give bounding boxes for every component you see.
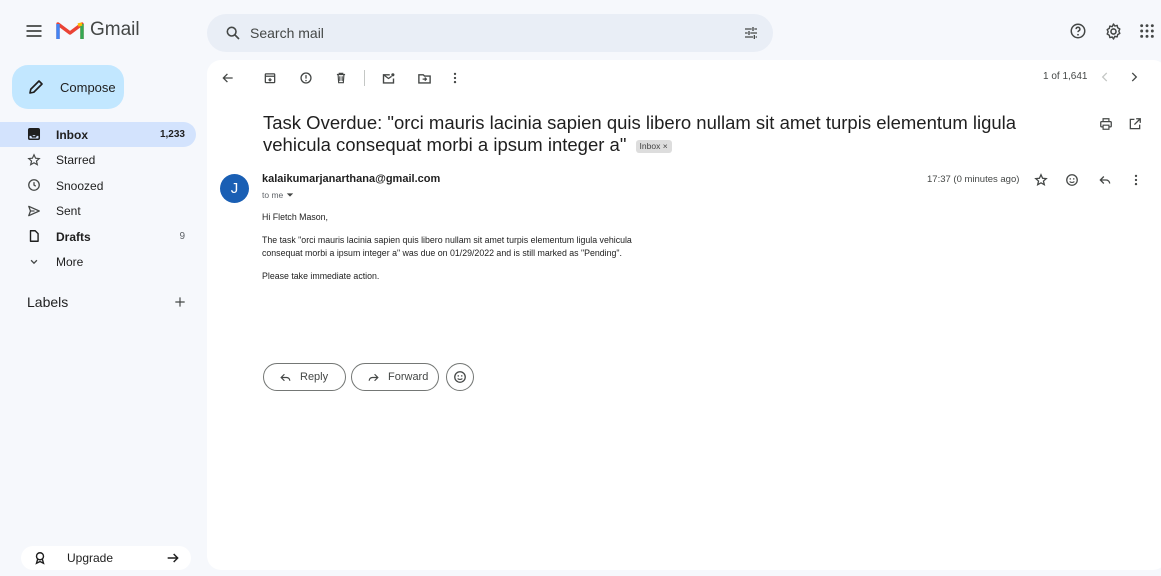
- toolbar-divider: [364, 70, 365, 86]
- delete-trash-icon[interactable]: [333, 70, 349, 86]
- gmail-logo[interactable]: Gmail: [56, 19, 140, 41]
- sidebar-item-label: Snoozed: [56, 178, 104, 193]
- greeting-text: Hi Fletch Mason,: [262, 212, 328, 222]
- action-text: Please take immediate action.: [262, 271, 380, 282]
- add-label-icon[interactable]: [173, 295, 187, 309]
- back-arrow-icon[interactable]: [220, 70, 236, 86]
- apps-grid-icon[interactable]: [1135, 19, 1159, 43]
- more-vert-icon[interactable]: [447, 70, 463, 86]
- sidebar-item-starred[interactable]: Starred: [0, 148, 196, 173]
- inbox-label-chip[interactable]: Inbox ×: [635, 140, 672, 153]
- sender-avatar[interactable]: J: [220, 174, 249, 203]
- reply-arrow-icon[interactable]: [1097, 172, 1113, 188]
- message-body: Hi Fletch Mason, The task "orci mauris l…: [262, 211, 632, 294]
- sidebar-item-label: Drafts: [56, 229, 91, 244]
- sidebar-nav: Inbox 1,233 Starred Snoozed Sent Drafts …: [0, 122, 196, 275]
- sidebar-item-snoozed[interactable]: Snoozed: [0, 173, 196, 198]
- move-to-icon[interactable]: [416, 70, 432, 86]
- sidebar-item-label: Sent: [56, 204, 81, 218]
- message-view: 1 of 1,641 Task Overdue: "orci mauris la…: [207, 60, 1161, 570]
- draft-file-icon: [27, 229, 41, 243]
- labels-section: Labels: [27, 294, 187, 310]
- reply-button[interactable]: Reply: [263, 363, 346, 391]
- emoji-reaction-button[interactable]: [446, 363, 474, 391]
- message-time: 17:37 (0 minutes ago): [927, 174, 1020, 185]
- forward-label: Forward: [388, 371, 429, 383]
- search-bar[interactable]: [207, 14, 773, 52]
- report-spam-icon[interactable]: [298, 70, 314, 86]
- star-icon[interactable]: [1033, 172, 1049, 188]
- chevron-down-icon: [27, 255, 41, 269]
- clock-icon: [27, 178, 41, 192]
- upgrade-label: Upgrade: [67, 551, 114, 565]
- sidebar-item-inbox[interactable]: Inbox 1,233: [0, 122, 196, 147]
- search-icon[interactable]: [222, 22, 244, 44]
- compose-label: Compose: [60, 79, 116, 95]
- sidebar-item-label: Inbox: [56, 127, 88, 142]
- pagination-text: 1 of 1,641: [1043, 71, 1088, 82]
- send-icon: [27, 204, 41, 218]
- email-subject: Task Overdue: "orci mauris lacinia sapie…: [263, 112, 1063, 156]
- body-paragraph: The task "orci mauris lacinia sapien qui…: [262, 235, 632, 258]
- unread-count: 1,233: [159, 129, 185, 140]
- sidebar-item-more[interactable]: More: [0, 250, 196, 275]
- caret-down-icon: [286, 191, 294, 199]
- message-more-vert-icon[interactable]: [1128, 172, 1144, 188]
- drafts-count: 9: [179, 231, 185, 242]
- search-options-icon[interactable]: [741, 23, 761, 43]
- labels-heading: Labels: [27, 294, 69, 310]
- inbox-icon: [27, 127, 41, 141]
- chevron-left-icon[interactable]: [1097, 69, 1113, 85]
- help-icon[interactable]: [1066, 19, 1090, 43]
- archive-icon[interactable]: [262, 70, 278, 86]
- recipient-details[interactable]: to me: [262, 190, 294, 200]
- forward-icon: [366, 370, 380, 384]
- arrow-right-icon: [165, 550, 181, 566]
- pencil-icon: [26, 77, 46, 97]
- recipient-text: to me: [262, 190, 284, 200]
- app-name: Gmail: [90, 19, 140, 40]
- reply-icon: [278, 370, 292, 384]
- print-icon[interactable]: [1098, 116, 1114, 132]
- upgrade-badge-icon: [33, 551, 47, 565]
- sidebar-item-label: Starred: [56, 153, 96, 167]
- smiley-icon: [453, 370, 467, 384]
- top-bar: Gmail: [0, 8, 1161, 56]
- settings-gear-icon[interactable]: [1101, 19, 1125, 43]
- main-menu-icon[interactable]: [22, 19, 46, 43]
- chevron-right-icon[interactable]: [1126, 69, 1142, 85]
- open-new-window-icon[interactable]: [1127, 116, 1143, 132]
- mark-unread-icon[interactable]: [380, 70, 396, 86]
- reply-label: Reply: [300, 371, 329, 383]
- star-icon: [27, 152, 41, 167]
- sidebar-item-label: More: [56, 255, 84, 269]
- sender-email[interactable]: kalaikumarjanarthana@gmail.com: [262, 173, 440, 185]
- gmail-m-icon: [56, 22, 84, 39]
- compose-button[interactable]: Compose: [12, 65, 124, 109]
- search-input[interactable]: [250, 25, 710, 41]
- upgrade-button[interactable]: Upgrade: [21, 546, 191, 570]
- sidebar-item-sent[interactable]: Sent: [0, 199, 196, 224]
- forward-button[interactable]: Forward: [351, 363, 439, 391]
- sidebar-item-drafts[interactable]: Drafts 9: [0, 224, 196, 249]
- add-reaction-emoji-icon[interactable]: [1064, 172, 1080, 188]
